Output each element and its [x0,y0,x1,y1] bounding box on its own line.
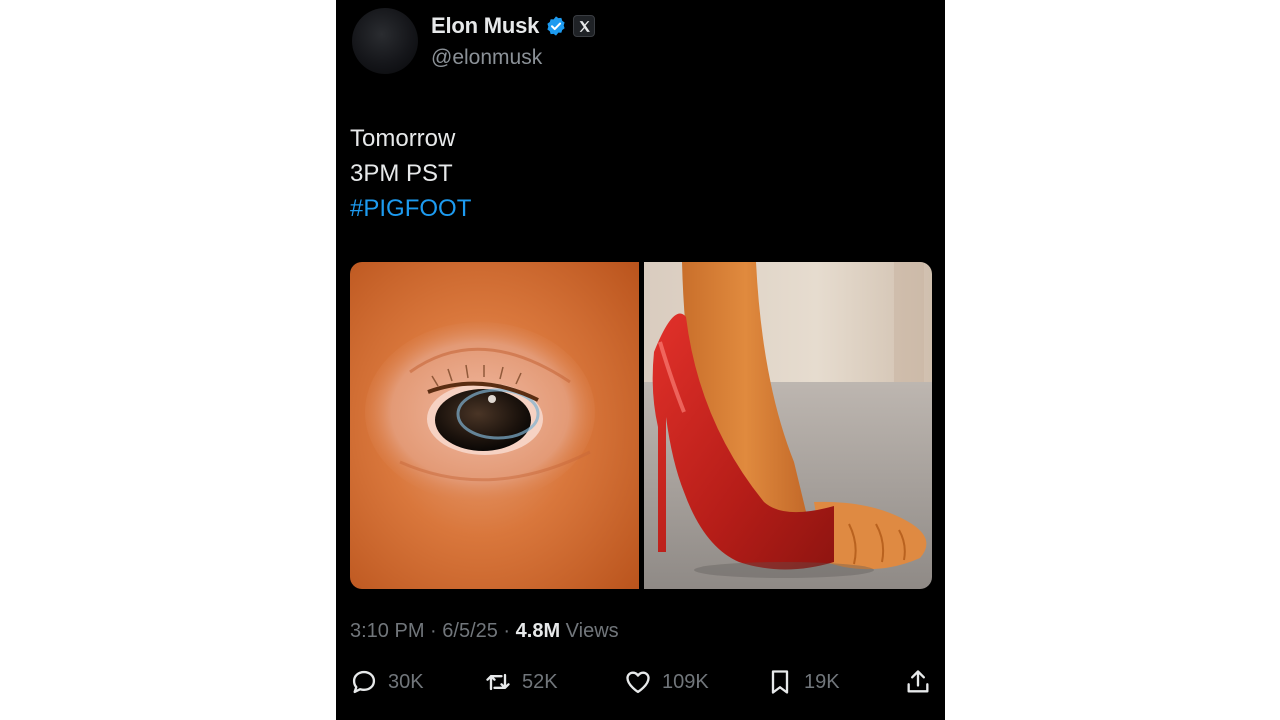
repost-icon [486,673,510,691]
tweet-line: 3PM PST [350,160,453,187]
display-name[interactable]: Elon Musk [431,13,539,39]
red-high-heel-pig-foot-image[interactable] [644,262,932,589]
share-icon [907,670,929,693]
share-button[interactable] [904,668,932,696]
views-label: Views [560,620,619,642]
views-count: 4.8M [515,620,561,642]
heart-icon [626,671,650,694]
reply-button[interactable]: 30K [350,668,424,696]
avatar[interactable] [352,8,418,74]
x-logo-icon[interactable] [573,15,596,37]
reply-count: 30K [388,670,424,693]
tweet-text: Tomorrow 3PM PST #PIGFOOT [350,121,471,226]
hashtag-link[interactable]: #PIGFOOT [350,191,471,226]
author-name-row: Elon Musk [431,13,596,39]
verified-badge-icon[interactable] [545,15,567,37]
tweet-card: Elon Musk @elonmusk Tomorrow 3PM PST #PI… [336,0,945,720]
handle[interactable]: @elonmusk [431,46,542,70]
meta-separator: · [424,620,443,642]
bookmark-count: 19K [804,670,840,693]
bookmark-button[interactable]: 19K [766,668,840,696]
media-grid [350,262,932,589]
tweet-meta: 3:10 PM · 6/5/25 · 4.8M Views [350,620,619,643]
meta-separator: · [497,620,516,642]
timestamp-time[interactable]: 3:10 PM [350,620,424,642]
reply-icon [352,670,376,694]
like-button[interactable]: 109K [624,668,709,696]
pig-eye-image[interactable] [350,262,639,589]
bookmark-icon [771,670,789,694]
tweet-line: Tomorrow [350,125,456,152]
repost-count: 52K [522,670,558,693]
action-bar: 30K 52K 109K 19K [336,668,945,708]
like-count: 109K [662,670,709,693]
repost-button[interactable]: 52K [484,668,558,696]
timestamp-date[interactable]: 6/5/25 [442,620,498,642]
